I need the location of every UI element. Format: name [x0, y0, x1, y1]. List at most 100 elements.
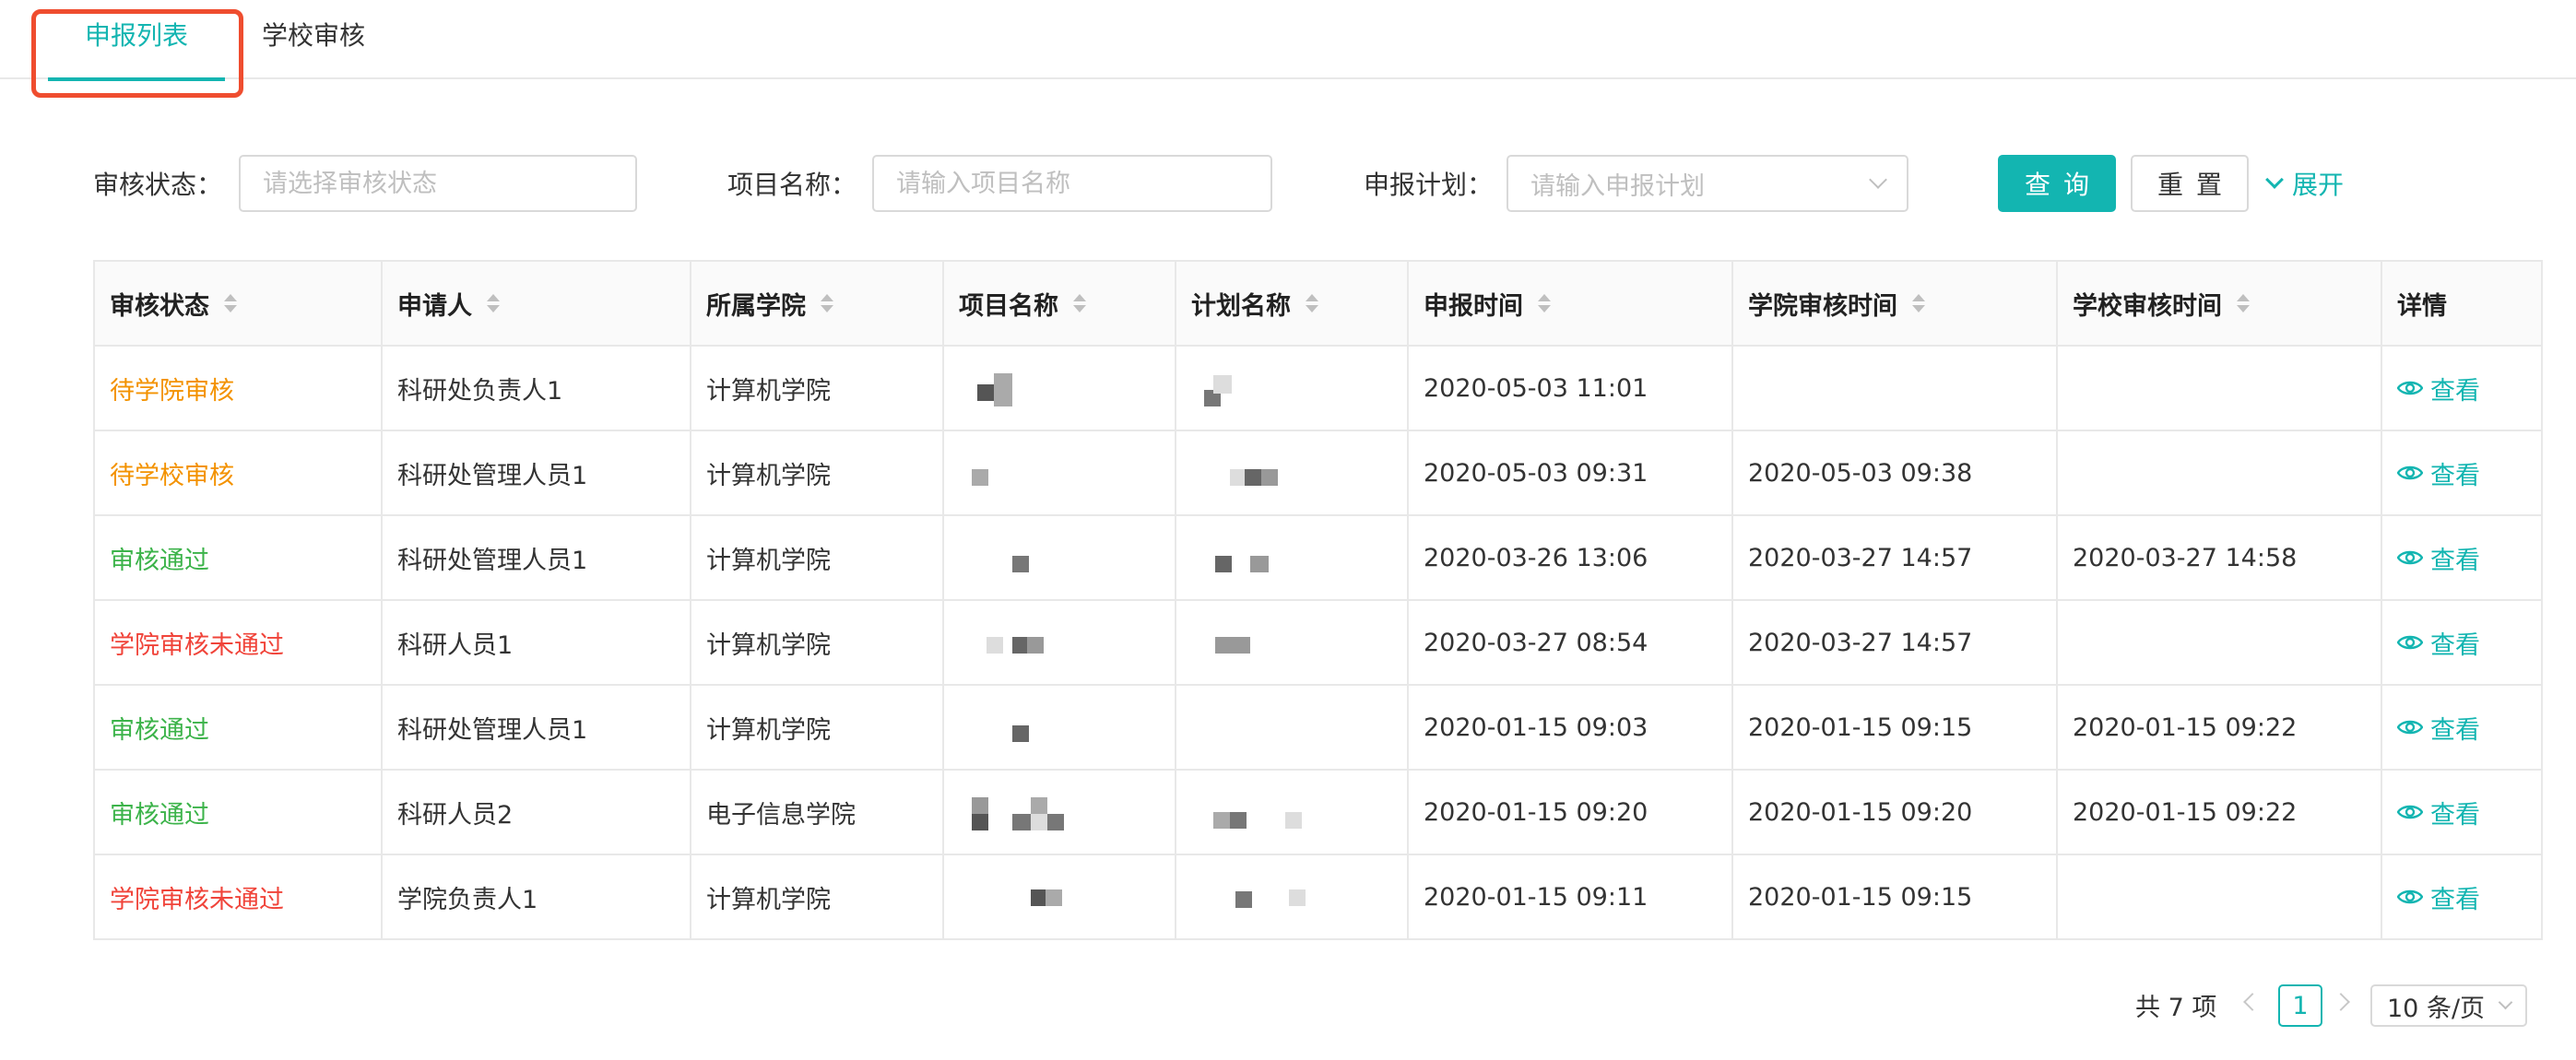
- view-detail-label: 查看: [2430, 800, 2480, 830]
- column-header-submit-time[interactable]: 申报时间: [1407, 260, 1733, 347]
- chevron-left-icon[interactable]: [2243, 993, 2262, 1011]
- redacted-text: [959, 537, 1069, 578]
- detail-cell: 查看: [2381, 769, 2543, 855]
- redacted-text: [1191, 368, 1302, 408]
- sort-icon[interactable]: [487, 294, 500, 312]
- redacted-text: [959, 792, 1069, 832]
- school-review-time-cell: 2020-01-15 09:22: [2056, 684, 2382, 771]
- table-body: 待学院审核 科研处负责人1 计算机学院 2020-05-03 11:01 查看 待学校审核…: [93, 345, 2543, 940]
- reset-button[interactable]: 重置: [2131, 155, 2249, 212]
- sort-icon[interactable]: [1912, 294, 1925, 312]
- column-header-plan-name[interactable]: 计划名称: [1175, 260, 1409, 347]
- school-review-time-cell: 2020-01-15 09:22: [2056, 769, 2382, 855]
- table-row: 审核通过 科研处管理人员1 计算机学院 2020-01-15 09:03 2020-01…: [93, 684, 2543, 771]
- submit-time-cell: 2020-03-27 08:54: [1407, 599, 1733, 686]
- college-cell: 计算机学院: [690, 430, 944, 516]
- plan-filter-select[interactable]: 请输入申报计划: [1507, 155, 1908, 212]
- column-header-label: 申报时间: [1424, 291, 1523, 321]
- chevron-down-icon: [2265, 171, 2284, 189]
- school-review-time-cell: [2056, 345, 2382, 431]
- query-button[interactable]: 查询: [1998, 155, 2116, 212]
- college-review-time-cell: [1731, 345, 2058, 431]
- eye-icon: [2397, 889, 2423, 904]
- redacted-text: [959, 368, 1069, 408]
- sort-icon[interactable]: [1306, 294, 1318, 312]
- expand-filters-toggle[interactable]: 展开: [2264, 155, 2344, 212]
- project-filter-input[interactable]: [872, 155, 1272, 212]
- tab-school-review[interactable]: 学校审核: [249, 0, 378, 79]
- view-detail-link[interactable]: 查看: [2397, 710, 2480, 746]
- project-name-cell: [942, 430, 1176, 516]
- college-review-time-cell: 2020-01-15 09:20: [1731, 769, 2058, 855]
- college-review-time-cell: 2020-03-27 14:57: [1731, 599, 2058, 686]
- column-header-project-name[interactable]: 项目名称: [942, 260, 1176, 347]
- redacted-text: [1191, 537, 1302, 578]
- tab-application-list[interactable]: 申报列表: [48, 0, 225, 81]
- applicant-cell: 科研处负责人1: [381, 345, 691, 431]
- status-cell: 审核通过: [93, 514, 383, 601]
- column-header-applicant[interactable]: 申请人: [381, 260, 691, 347]
- table-row: 学院审核未通过 科研人员1 计算机学院 2020-03-27 08:54 2020-03…: [93, 599, 2543, 686]
- college-cell: 电子信息学院: [690, 769, 944, 855]
- view-detail-link[interactable]: 查看: [2397, 455, 2480, 491]
- view-detail-label: 查看: [2430, 376, 2480, 406]
- view-detail-link[interactable]: 查看: [2397, 879, 2480, 915]
- eye-icon: [2397, 465, 2423, 480]
- plan-name-cell: [1175, 599, 1409, 686]
- eye-icon: [2397, 720, 2423, 735]
- plan-name-cell: [1175, 430, 1409, 516]
- project-name-cell: [942, 514, 1176, 601]
- view-detail-label: 查看: [2430, 461, 2480, 490]
- eye-icon: [2397, 805, 2423, 819]
- applicant-cell: 科研人员1: [381, 599, 691, 686]
- view-detail-link[interactable]: 查看: [2397, 371, 2480, 406]
- column-header-school-review-time[interactable]: 学校审核时间: [2056, 260, 2382, 347]
- page-size-value: 10 条/页: [2387, 994, 2486, 1023]
- sort-icon[interactable]: [2237, 294, 2250, 312]
- college-review-time-cell: 2020-01-15 09:15: [1731, 854, 2058, 940]
- view-detail-link[interactable]: 查看: [2397, 795, 2480, 830]
- college-cell: 计算机学院: [690, 599, 944, 686]
- chevron-right-icon[interactable]: [2332, 993, 2350, 1011]
- column-header-label: 所属学院: [706, 291, 806, 321]
- status-cell: 学院审核未通过: [93, 854, 383, 940]
- column-header-status[interactable]: 审核状态: [93, 260, 383, 347]
- sort-icon[interactable]: [1538, 294, 1551, 312]
- detail-cell: 查看: [2381, 854, 2543, 940]
- redacted-text: [959, 622, 1069, 663]
- column-header-college[interactable]: 所属学院: [690, 260, 944, 347]
- tab-bar: 申报列表 学校审核: [0, 0, 2576, 81]
- pagination-current-page[interactable]: 1: [2278, 984, 2322, 1027]
- table-row: 待学校审核 科研处管理人员1 计算机学院 2020-05-03 09:31 2020-0…: [93, 430, 2543, 516]
- page-size-select[interactable]: 10 条/页: [2370, 984, 2527, 1027]
- view-detail-link[interactable]: 查看: [2397, 540, 2480, 576]
- application-table: 审核状态 申请人 所属学院 项目名称 计划名称 申报时间 学院审核时间 学校审核时间 详情 待学…: [93, 260, 2543, 940]
- applicant-cell: 学院负责人1: [381, 854, 691, 940]
- project-name-cell: [942, 684, 1176, 771]
- plan-filter-label: 申报计划：: [1364, 170, 1494, 200]
- view-detail-link[interactable]: 查看: [2397, 625, 2480, 661]
- column-header-college-review-time[interactable]: 学院审核时间: [1731, 260, 2058, 347]
- view-detail-label: 查看: [2430, 546, 2480, 575]
- detail-cell: 查看: [2381, 684, 2543, 771]
- table-row: 审核通过 科研人员2 电子信息学院 2020-01-15 09:20 2020-01-1…: [93, 769, 2543, 855]
- column-header-label: 项目名称: [959, 291, 1058, 321]
- sort-icon[interactable]: [1073, 294, 1086, 312]
- view-detail-label: 查看: [2430, 885, 2480, 914]
- redacted-text: [959, 707, 1069, 748]
- plan-name-cell: [1175, 514, 1409, 601]
- sort-icon[interactable]: [821, 294, 833, 312]
- status-filter-input[interactable]: [239, 155, 637, 212]
- column-header-detail: 详情: [2381, 260, 2543, 347]
- status-cell: 审核通过: [93, 684, 383, 771]
- college-cell: 计算机学院: [690, 684, 944, 771]
- project-name-cell: [942, 769, 1176, 855]
- submit-time-cell: 2020-05-03 11:01: [1407, 345, 1733, 431]
- applicant-cell: 科研处管理人员1: [381, 514, 691, 601]
- college-review-time-cell: 2020-03-27 14:57: [1731, 514, 2058, 601]
- table-header-row: 审核状态 申请人 所属学院 项目名称 计划名称 申报时间 学院审核时间 学校审核时间 详情: [93, 260, 2543, 347]
- sort-icon[interactable]: [224, 294, 237, 312]
- applicant-cell: 科研人员2: [381, 769, 691, 855]
- school-review-time-cell: [2056, 854, 2382, 940]
- table-row: 学院审核未通过 学院负责人1 计算机学院 2020-01-15 09:11 2020-0…: [93, 854, 2543, 940]
